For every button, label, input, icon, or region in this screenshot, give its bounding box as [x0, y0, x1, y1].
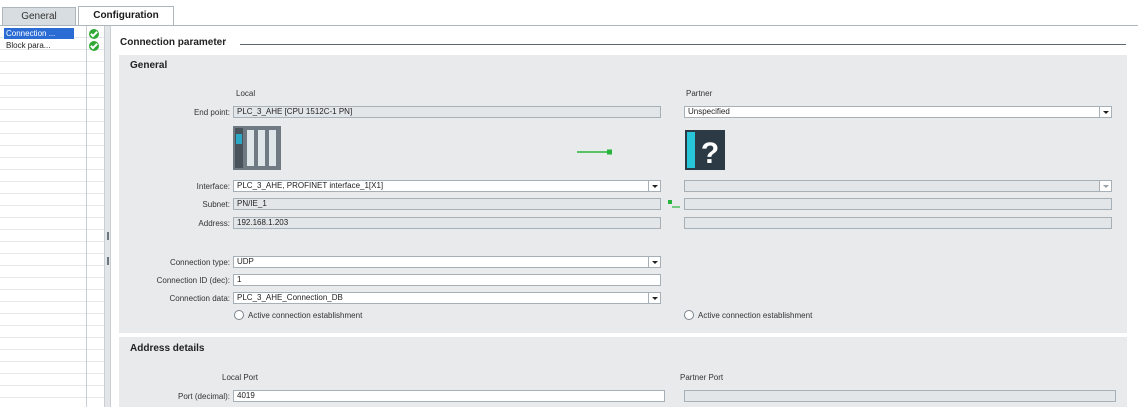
partner-address-field: [684, 217, 1112, 229]
connection-data-select[interactable]: PLC_3_AHE_Connection_DB: [233, 292, 661, 304]
section-rule: [240, 44, 1126, 45]
tab-general[interactable]: General: [2, 7, 76, 25]
connection-id-label: Connection ID (dec):: [156, 276, 230, 285]
partner-device-glyph: ?: [701, 137, 719, 170]
local-endpoint-field: PLC_3_AHE [CPU 1512C-1 PN]: [233, 106, 661, 118]
chevron-down-icon[interactable]: [648, 181, 660, 191]
local-header: Local: [236, 89, 256, 98]
check-icon: [89, 29, 99, 39]
connection-data-label: Connection data:: [169, 294, 231, 303]
connection-type-select[interactable]: UDP: [233, 256, 661, 268]
active-connection-partner-radio[interactable]: [684, 310, 694, 320]
local-interface-select[interactable]: PLC_3_AHE, PROFINET interface_1[X1]: [233, 180, 661, 192]
partner-subnet-field: [684, 198, 1112, 210]
panel-splitter[interactable]: [104, 26, 111, 407]
nav-item-block-parameters[interactable]: Block para...: [4, 40, 74, 51]
partner-header: Partner: [686, 89, 713, 98]
section-title: Connection parameter: [120, 37, 227, 48]
local-subnet-field: PN/IE_1: [233, 198, 661, 210]
local-address-field: 192.168.1.203: [233, 217, 661, 229]
connection-type-label: Connection type:: [169, 258, 230, 267]
subnet-link-icon: [667, 199, 681, 209]
address-label: Address:: [198, 219, 230, 228]
partner-endpoint-select[interactable]: Unspecified: [684, 106, 1112, 118]
partner-interface-select: [684, 180, 1112, 192]
unknown-device-icon: ?: [685, 130, 725, 170]
active-connection-local-label: Active connection establishment: [248, 311, 363, 320]
connection-id-input[interactable]: 1: [233, 274, 661, 286]
config-nav: [0, 26, 104, 407]
check-icon: [89, 41, 99, 51]
subnet-label: Subnet:: [202, 200, 230, 209]
chevron-down-icon[interactable]: [648, 293, 660, 303]
splitter-grip-icon: [107, 257, 109, 265]
port-label: Port (decimal):: [177, 392, 230, 401]
local-port-header: Local Port: [222, 373, 259, 382]
chevron-down-icon[interactable]: [648, 257, 660, 267]
endpoint-label: End point:: [193, 108, 230, 117]
partner-port-header: Partner Port: [680, 373, 724, 382]
general-title: General: [130, 60, 168, 71]
nav-item-connection[interactable]: Connection ...: [4, 28, 74, 39]
plc-device-icon: [233, 126, 281, 170]
partner-port-field: [684, 390, 1116, 402]
chevron-down-icon: [1099, 181, 1111, 191]
chevron-down-icon[interactable]: [1099, 107, 1111, 117]
address-details-title: Address details: [130, 343, 205, 354]
nav-separator: [86, 26, 87, 407]
interface-label: Interface:: [196, 182, 230, 191]
connection-link-icon: [577, 148, 613, 155]
tab-configuration[interactable]: Configuration: [78, 6, 174, 26]
active-connection-partner-label: Active connection establishment: [698, 311, 813, 320]
active-connection-local-radio[interactable]: [234, 310, 244, 320]
splitter-grip-icon: [107, 232, 109, 240]
local-port-input[interactable]: 4019: [233, 390, 665, 402]
